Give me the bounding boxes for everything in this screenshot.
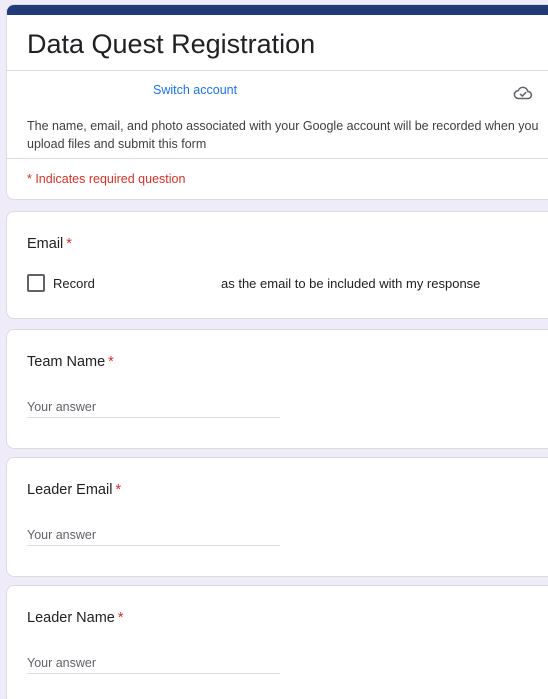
leader-email-label-text: Leader Email <box>27 482 113 498</box>
required-star: * <box>117 610 124 626</box>
email-question-card: Email * Record as the email to be include… <box>6 211 548 319</box>
required-star: * <box>115 482 122 498</box>
record-email-label-suffix: as the email to be included with my resp… <box>221 276 481 291</box>
header-divider <box>7 70 548 71</box>
disclaimer-divider <box>7 158 548 159</box>
form-title: Data Quest Registration <box>27 29 316 59</box>
team-name-label-text: Team Name <box>27 354 106 370</box>
record-email-label: Record <box>53 276 95 291</box>
email-label-text: Email <box>27 236 64 252</box>
team-name-question-card: Team Name * <box>6 329 548 449</box>
cloud-done-icon[interactable] <box>512 82 534 104</box>
required-star: * <box>108 354 114 370</box>
switch-account-link[interactable]: Switch account <box>153 83 237 97</box>
account-disclaimer: The name, email, and photo associated wi… <box>27 119 539 151</box>
leader-email-question-card: Leader Email * <box>6 457 548 577</box>
team-name-input[interactable] <box>27 396 280 418</box>
required-note: * Indicates required question <box>27 172 186 186</box>
leader-name-input[interactable] <box>27 652 280 674</box>
leader-name-question-card: Leader Name * <box>6 585 548 699</box>
record-email-checkbox[interactable] <box>27 274 45 292</box>
required-star: * <box>66 236 72 252</box>
leader-name-label-text: Leader Name <box>27 610 115 626</box>
team-name-label: Team Name * <box>27 354 114 370</box>
email-question-label: Email * <box>27 236 72 252</box>
leader-email-label: Leader Email * <box>27 482 121 498</box>
form-header-card: Data Quest Registration Switch account T… <box>6 4 548 200</box>
form-page: Data Quest Registration Switch account T… <box>0 0 548 699</box>
leader-email-input[interactable] <box>27 524 280 546</box>
leader-name-label: Leader Name * <box>27 610 124 626</box>
form-accent-bar <box>7 5 548 15</box>
